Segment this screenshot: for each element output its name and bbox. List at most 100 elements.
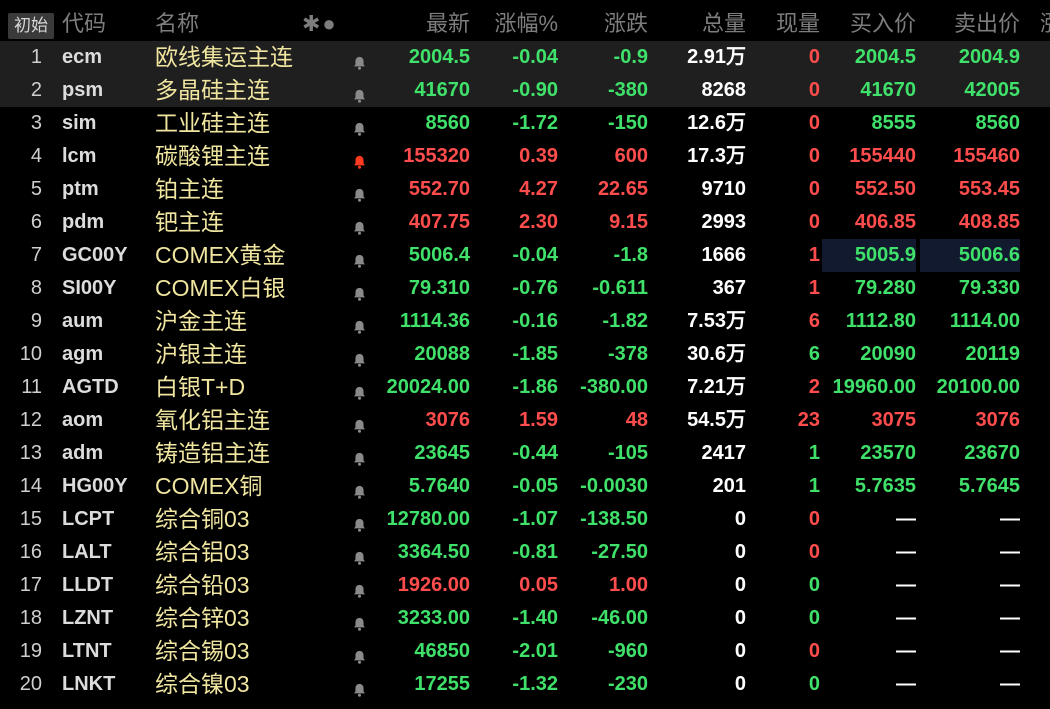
row-index: 7 [30, 244, 42, 266]
row-index: 18 [19, 607, 42, 629]
column-header-ask[interactable]: 卖出价 [920, 7, 1020, 40]
init-button-label[interactable]: 初始 [8, 13, 54, 39]
table-row[interactable]: 5 ptm 铂主连 552.70 4.27 22.65 9710 0 552.50 553.45 [0, 173, 1050, 206]
current-volume: 0 [808, 508, 820, 530]
ask-price: — [1000, 673, 1020, 695]
row-index: 20 [19, 673, 42, 695]
alert-bell-icon[interactable] [352, 569, 372, 602]
last-price: 1114.36 [399, 310, 470, 332]
symbol-name: 综合锡03 [155, 638, 250, 664]
column-header-last[interactable]: 最新 [378, 7, 470, 40]
column-header-more[interactable]: 涨 [1040, 7, 1050, 40]
table-row[interactable]: 20 LNKT 综合镍03 17255 -1.32 -230 0 0 — — [0, 668, 1050, 701]
current-volume: 1 [808, 442, 820, 464]
change-amount: -0.9 [613, 46, 648, 68]
table-row[interactable]: 4 lcm 碳酸锂主连 155320 0.39 600 17.3万 0 155440 155460 [0, 140, 1050, 173]
alert-bell-icon[interactable] [352, 371, 372, 404]
alert-bell-icon[interactable] [352, 173, 372, 206]
alert-bell-icon[interactable] [352, 635, 372, 668]
table-row[interactable]: 13 adm 铸造铝主连 23645 -0.44 -105 2417 1 23570 23670 [0, 437, 1050, 470]
symbol-name: 综合铅03 [155, 572, 250, 598]
last-price: 5.7640 [408, 475, 470, 497]
table-row[interactable]: 10 agm 沪银主连 20088 -1.85 -378 30.6万 6 20090 20119 [0, 338, 1050, 371]
alert-bell-icon[interactable] [352, 107, 372, 140]
alert-bell-icon[interactable] [352, 602, 372, 635]
symbol-name: 碳酸锂主连 [155, 143, 270, 169]
symbol-code: sim [62, 112, 97, 134]
symbol-code: agm [62, 343, 104, 365]
table-row[interactable]: 8 SI00Y COMEX白银 79.310 -0.76 -0.611 367 1 79.280… [0, 272, 1050, 305]
change-percent: -2.01 [512, 640, 558, 662]
reset-columns-button[interactable]: 初始 [8, 7, 54, 40]
table-row[interactable]: 9 aum 沪金主连 1114.36 -0.16 -1.82 7.53万 6 1112.80 11… [0, 305, 1050, 338]
total-volume: 367 [712, 277, 746, 299]
table-row[interactable]: 11 AGTD 白银T+D 20024.00 -1.86 -380.00 7.21万 2 199… [0, 371, 1050, 404]
bid-price: 19960.00 [832, 376, 916, 398]
column-header-cur[interactable]: 现量 [752, 7, 820, 40]
alert-bell-icon[interactable] [352, 437, 372, 470]
bid-price: 8555 [871, 112, 917, 134]
column-header-code[interactable]: 代码 [62, 7, 152, 40]
symbol-code: LNKT [62, 673, 116, 695]
current-volume: 2 [808, 376, 820, 398]
bid-price: 1112.80 [845, 310, 916, 332]
current-volume: 0 [808, 46, 820, 68]
last-price: 5006.4 [408, 244, 470, 266]
table-row[interactable]: 16 LALT 综合铝03 3364.50 -0.81 -27.50 0 0 — — [0, 536, 1050, 569]
alert-bell-icon[interactable] [352, 668, 372, 701]
alert-bell-icon[interactable] [352, 404, 372, 437]
table-row[interactable]: 2 psm 多晶硅主连 41670 -0.90 -380 8268 0 41670 42005 [0, 74, 1050, 107]
current-volume: 1 [808, 475, 820, 497]
change-amount: -380.00 [580, 376, 648, 398]
change-amount: -960 [607, 640, 648, 662]
alert-bell-icon[interactable] [352, 536, 372, 569]
last-price: 3364.50 [397, 541, 470, 563]
alert-bell-icon[interactable] [352, 338, 372, 371]
symbol-code: GC00Y [62, 244, 128, 266]
table-row[interactable]: 14 HG00Y COMEX铜 5.7640 -0.05 -0.0030 201 1 5.763… [0, 470, 1050, 503]
table-row[interactable]: 6 pdm 钯主连 407.75 2.30 9.15 2993 0 406.85 408.85 [0, 206, 1050, 239]
change-percent: -0.81 [512, 541, 558, 563]
symbol-code: LLDT [62, 574, 114, 596]
current-volume: 0 [808, 673, 820, 695]
column-header-icons[interactable]: ✱● [302, 7, 342, 40]
column-header-pct[interactable]: 涨幅% [478, 7, 558, 40]
symbol-name: 欧线集运主连 [155, 44, 293, 70]
bid-price: 79.280 [854, 277, 916, 299]
table-header: 初始 代码 名称 ✱● 最新 涨幅% 涨跌 总量 现量 买入价 卖出价 涨 [0, 7, 1050, 41]
change-amount: 1.00 [609, 574, 648, 596]
alert-bell-icon[interactable] [352, 74, 372, 107]
alert-bell-icon[interactable] [352, 503, 372, 536]
alert-bell-icon[interactable] [352, 239, 372, 272]
table-row[interactable]: 15 LCPT 综合铜03 12780.00 -1.07 -138.50 0 0 — — [0, 503, 1050, 536]
alert-bell-icon[interactable] [352, 470, 372, 503]
row-index: 1 [30, 46, 42, 68]
alert-bell-icon[interactable] [352, 41, 372, 74]
last-price: 3076 [425, 409, 471, 431]
table-row[interactable]: 12 aom 氧化铝主连 3076 1.59 48 54.5万 23 3075 3076 [0, 404, 1050, 437]
alert-bell-icon[interactable] [352, 140, 372, 173]
table-row[interactable]: 18 LZNT 综合锌03 3233.00 -1.40 -46.00 0 0 — — [0, 602, 1050, 635]
bid-price: — [896, 508, 916, 530]
column-header-vol[interactable]: 总量 [650, 7, 746, 40]
change-amount: 9.15 [609, 211, 648, 233]
row-index: 4 [30, 145, 42, 167]
alert-bell-icon[interactable] [352, 206, 372, 239]
table-row[interactable]: 3 sim 工业硅主连 8560 -1.72 -150 12.6万 0 8555 8560 [0, 107, 1050, 140]
last-price: 41670 [414, 79, 470, 101]
table-row[interactable]: 1 ecm 欧线集运主连 2004.5 -0.04 -0.9 2.91万 0 2004.5 200… [0, 41, 1050, 74]
current-volume: 0 [808, 79, 820, 101]
column-header-bid[interactable]: 买入价 [822, 7, 916, 40]
total-volume: 0 [734, 607, 746, 629]
symbol-name: 综合镍03 [155, 671, 250, 697]
total-volume: 30.6万 [687, 343, 746, 365]
alert-bell-icon[interactable] [352, 272, 372, 305]
ask-price: 408.85 [958, 211, 1020, 233]
change-percent: 0.39 [519, 145, 558, 167]
table-row[interactable]: 7 GC00Y COMEX黄金 5006.4 -0.04 -1.8 1666 1 5005.9 5… [0, 239, 1050, 272]
table-row[interactable]: 17 LLDT 综合铅03 1926.00 0.05 1.00 0 0 — — [0, 569, 1050, 602]
bid-price: 20090 [860, 343, 916, 365]
alert-bell-icon[interactable] [352, 305, 372, 338]
table-row[interactable]: 19 LTNT 综合锡03 46850 -2.01 -960 0 0 — — [0, 635, 1050, 668]
column-header-chg[interactable]: 涨跌 [560, 7, 648, 40]
